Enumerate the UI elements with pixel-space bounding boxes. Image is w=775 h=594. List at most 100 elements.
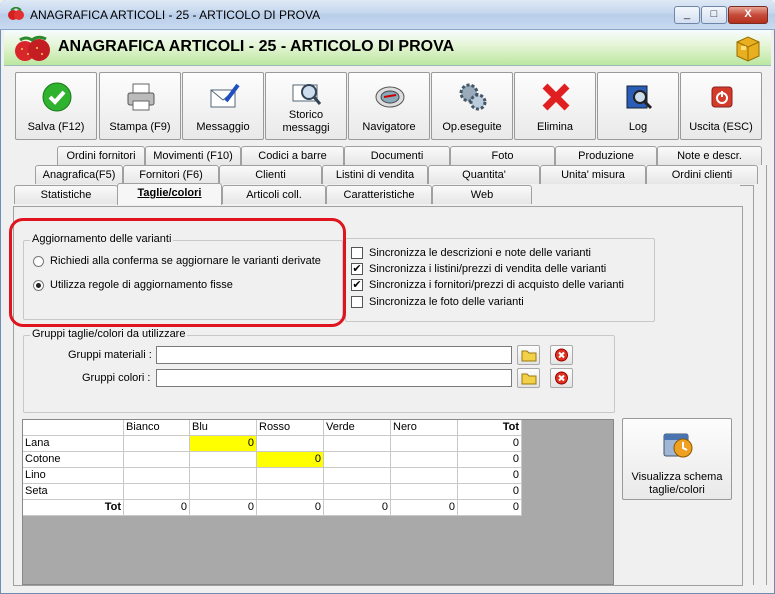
tab-taglie-colori[interactable]: Taglie/colori	[117, 183, 222, 205]
tab-fornitori[interactable]: Fornitori (F6)	[123, 165, 219, 184]
book-search-icon	[623, 81, 655, 113]
grid-cell[interactable]	[391, 484, 458, 500]
sync-purchase-prices-checkbox[interactable]: ✔	[351, 279, 363, 291]
grid-cell[interactable]	[124, 452, 190, 468]
tab-caratteristiche[interactable]: Caratteristiche	[326, 185, 432, 204]
tab-quantita[interactable]: Quantita'	[428, 165, 540, 184]
ops-done-button[interactable]: Op.eseguite	[431, 72, 513, 140]
sync-sale-prices-checkbox[interactable]: ✔	[351, 263, 363, 275]
grid-cell[interactable]	[190, 468, 257, 484]
message-history-button[interactable]: Storico messaggi	[265, 72, 347, 140]
materials-label: Gruppi materiali :	[68, 349, 152, 361]
materials-clear-button[interactable]	[550, 345, 573, 365]
strawberry-app-icon	[8, 5, 24, 21]
tab-statistiche[interactable]: Statistiche	[14, 185, 118, 204]
tab-clienti[interactable]: Clienti	[219, 165, 322, 184]
grid-cell[interactable]	[391, 452, 458, 468]
grid-header-rosso: Rosso	[257, 420, 324, 436]
tab-ordini-fornitori[interactable]: Ordini fornitori	[57, 146, 145, 165]
message-button[interactable]: Messaggio	[182, 72, 264, 140]
grid-cell[interactable]: 0	[391, 500, 458, 516]
page-title: ANAGRAFICA ARTICOLI - 25 - ARTICOLO DI P…	[58, 38, 455, 55]
view-schema-button[interactable]: Visualizza schema taglie/colori	[622, 418, 732, 500]
grid-cell[interactable]: 0	[257, 500, 324, 516]
grid-cell[interactable]: 0	[458, 484, 522, 500]
printer-icon	[125, 81, 157, 113]
sync-descriptions-checkbox[interactable]	[351, 247, 363, 259]
sync-photos-checkbox[interactable]	[351, 296, 363, 308]
grid-cell[interactable]	[391, 436, 458, 452]
grid-cell[interactable]	[257, 436, 324, 452]
print-button[interactable]: Stampa (F9)	[99, 72, 181, 140]
grid-cell[interactable]: 0	[458, 468, 522, 484]
tab-ordini-clienti[interactable]: Ordini clienti	[646, 165, 758, 184]
message-label: Messaggio	[196, 121, 250, 133]
grid-row-label: Seta	[23, 484, 124, 500]
delete-label: Elimina	[536, 121, 574, 133]
grid-cell[interactable]: 0	[190, 436, 257, 452]
grid-cell[interactable]: 0	[124, 500, 190, 516]
grid-cell[interactable]: 0	[458, 452, 522, 468]
grid-cell[interactable]	[124, 436, 190, 452]
tab-web[interactable]: Web	[432, 185, 532, 204]
maximize-button[interactable]: □	[701, 6, 727, 24]
colors-browse-button[interactable]	[517, 368, 540, 388]
package-box-icon	[733, 34, 763, 62]
colors-input[interactable]	[156, 369, 512, 387]
view-schema-label-2: taglie/colori	[649, 484, 705, 496]
grid-cell[interactable]: 0	[257, 452, 324, 468]
tab-articoli-coll[interactable]: Articoli coll.	[222, 185, 326, 204]
tab-codici-a-barre[interactable]: Codici a barre	[241, 146, 344, 165]
grid-row-label: Lana	[23, 436, 124, 452]
red-highlight-outline	[9, 218, 346, 327]
tab-unita-misura[interactable]: Unita' misura	[540, 165, 646, 184]
sync-photos-label[interactable]: Sincronizza le foto delle varianti	[369, 296, 524, 308]
grid-cell[interactable]	[324, 436, 391, 452]
minimize-button[interactable]: _	[674, 6, 700, 24]
tab-note-e-descr[interactable]: Note e descr.	[657, 146, 762, 165]
grid-row-label: Cotone	[23, 452, 124, 468]
grid-cell[interactable]	[190, 452, 257, 468]
gears-icon	[457, 81, 489, 113]
grid-cell[interactable]	[324, 452, 391, 468]
tab-foto[interactable]: Foto	[450, 146, 555, 165]
tab-stack-edge-2	[757, 165, 767, 585]
close-button[interactable]: X	[728, 6, 768, 24]
navigator-button[interactable]: Navigatore	[348, 72, 430, 140]
grid-cell[interactable]	[124, 484, 190, 500]
save-button[interactable]: Salva (F12)	[15, 72, 97, 140]
sync-purchase-prices-label[interactable]: Sincronizza i fornitori/prezzi di acquis…	[369, 279, 624, 291]
title-bar[interactable]: ANAGRAFICA ARTICOLI - 25 - ARTICOLO DI P…	[0, 0, 775, 30]
tab-movimenti[interactable]: Movimenti (F10)	[145, 146, 241, 165]
navigator-label: Navigatore	[362, 121, 416, 133]
grid-cell[interactable]	[391, 468, 458, 484]
red-x-icon	[540, 81, 572, 113]
grid-cell[interactable]: 0	[324, 500, 391, 516]
grid-cell[interactable]: 0	[458, 436, 522, 452]
log-button[interactable]: Log	[597, 72, 679, 140]
grid-cell[interactable]	[324, 484, 391, 500]
grid-header-bianco: Bianco	[124, 420, 190, 436]
sync-sale-prices-label[interactable]: Sincronizza i listini/prezzi di vendita …	[369, 263, 606, 275]
grid-cell[interactable]	[257, 484, 324, 500]
grid-cell[interactable]	[257, 468, 324, 484]
grid-row-label: Lino	[23, 468, 124, 484]
tab-anagrafica[interactable]: Anagrafica(F5)	[35, 165, 123, 184]
delete-button[interactable]: Elimina	[514, 72, 596, 140]
grid-cell[interactable]: 0	[458, 500, 522, 516]
grid-row-label: Tot	[23, 500, 124, 516]
log-label: Log	[628, 121, 648, 133]
grid-header-verde: Verde	[324, 420, 391, 436]
colors-clear-button[interactable]	[550, 368, 573, 388]
materials-browse-button[interactable]	[517, 345, 540, 365]
tab-listini-di-vendita[interactable]: Listini di vendita	[322, 165, 428, 184]
grid-cell[interactable]	[324, 468, 391, 484]
grid-cell[interactable]	[190, 484, 257, 500]
sync-descriptions-label[interactable]: Sincronizza le descrizioni e note delle …	[369, 247, 591, 259]
tab-produzione[interactable]: Produzione	[555, 146, 657, 165]
exit-button[interactable]: Uscita (ESC)	[680, 72, 762, 140]
tab-documenti[interactable]: Documenti	[344, 146, 450, 165]
materials-input[interactable]	[156, 346, 512, 364]
grid-cell[interactable]: 0	[190, 500, 257, 516]
grid-cell[interactable]	[124, 468, 190, 484]
